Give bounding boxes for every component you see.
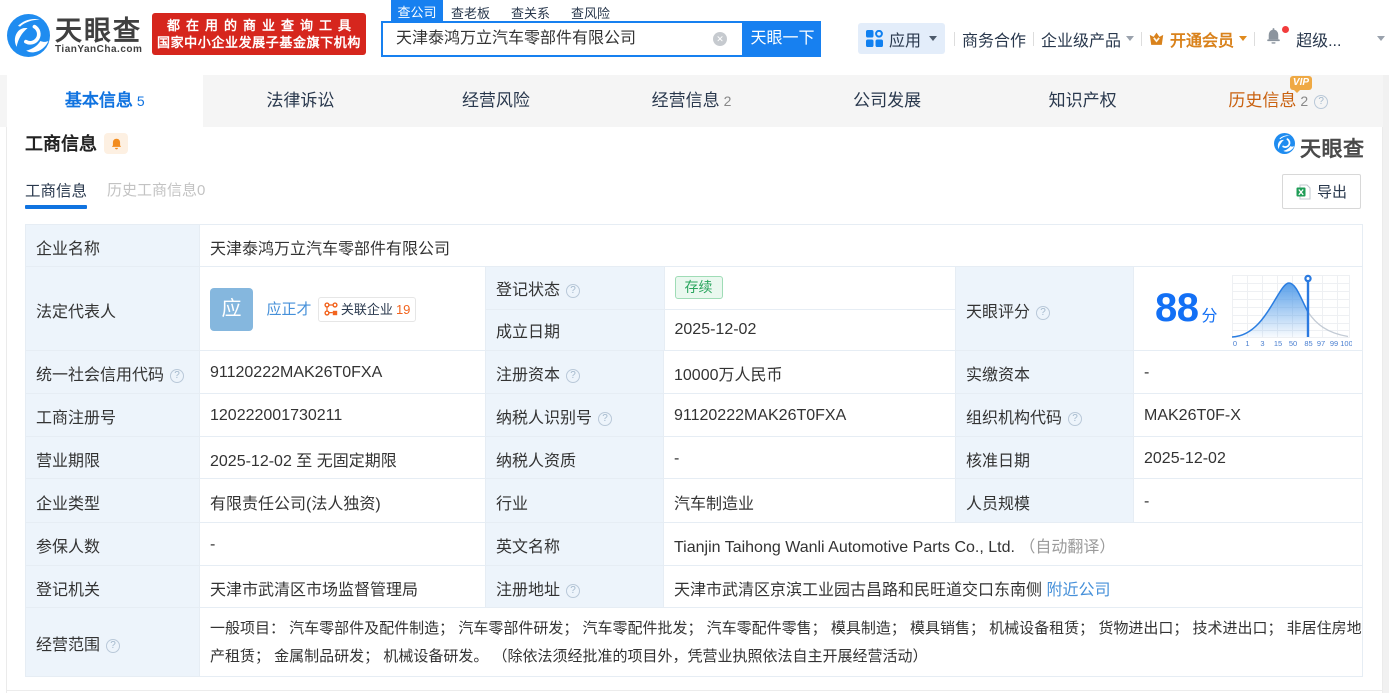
svg-text:99: 99: [1330, 339, 1338, 347]
svg-text:100: 100: [1340, 339, 1352, 347]
svg-text:3: 3: [1260, 339, 1264, 347]
svg-text:97: 97: [1317, 339, 1325, 347]
svg-text:0: 0: [1233, 339, 1237, 347]
svg-text:85: 85: [1304, 339, 1312, 347]
svg-text:50: 50: [1289, 339, 1297, 347]
svg-text:1: 1: [1245, 339, 1249, 347]
svg-text:15: 15: [1274, 339, 1282, 347]
